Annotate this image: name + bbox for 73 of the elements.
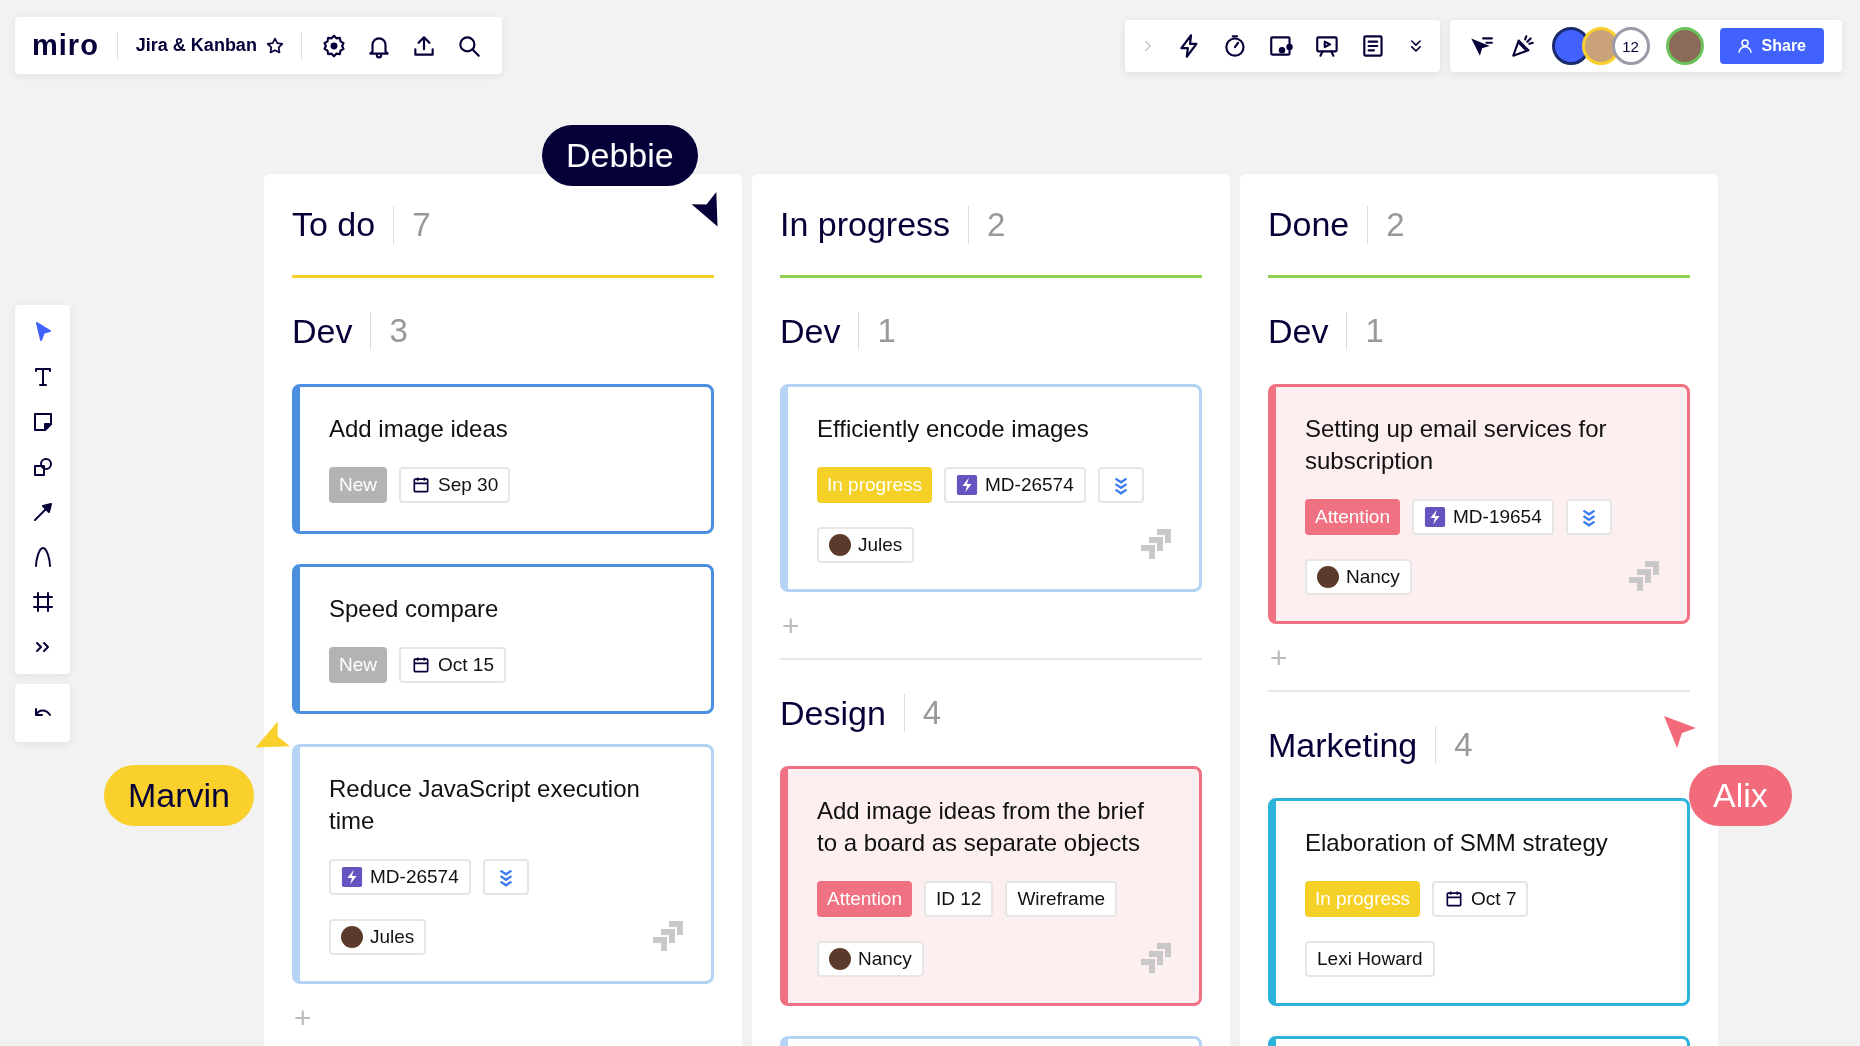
group-title: Marketing (1268, 725, 1418, 765)
status-tag: Attention (1305, 499, 1400, 535)
settings-icon[interactable] (320, 32, 347, 59)
date-tag: Oct 15 (399, 647, 506, 683)
group-count: 3 (389, 312, 408, 350)
group-title: Dev (780, 311, 841, 351)
group-count: 4 (922, 694, 942, 732)
column-count: 2 (987, 205, 1006, 244)
card-title: Add image ideas (329, 414, 509, 444)
confetti-icon[interactable] (1509, 33, 1536, 59)
column-count: 7 (412, 205, 431, 244)
cursor-name-tag: Alix (1689, 765, 1792, 826)
label-tag: Wireframe (1005, 881, 1118, 917)
group-title: Design (780, 693, 886, 733)
column-title: In progress (780, 205, 951, 244)
share-button[interactable]: Share (1719, 28, 1824, 64)
status-tag: In progress (817, 467, 933, 503)
assignee-tag: Nancy (817, 941, 924, 977)
card-icon[interactable] (1268, 33, 1294, 59)
calendar-icon (411, 475, 431, 495)
column-title: To do (292, 205, 376, 244)
task-card[interactable]: Add image ideas New Sep 30 (292, 384, 714, 534)
lightning-icon (956, 474, 979, 496)
status-tag: In progress (1305, 881, 1421, 917)
board-title[interactable]: Jira & Kanban (135, 35, 257, 56)
group-count: 1 (877, 312, 896, 350)
task-card[interactable]: Add image ideas from the brief to a board as separate objects Attention ID 12 Wireframe Nancy (780, 766, 1202, 1006)
task-card[interactable]: Setting up email services for subscription Attention MD-19654 Nancy (1268, 384, 1690, 624)
presentation-icon[interactable] (1313, 33, 1340, 59)
user-icon (1735, 37, 1754, 55)
card-title: Efficiently encode images (817, 414, 1090, 444)
cursor-name-tag: Marvin (104, 765, 255, 826)
task-card[interactable]: Efficiently encode images In progress MD-26574 Jules (780, 384, 1202, 592)
assignee-tag: Jules (329, 919, 427, 955)
assignee-tag: Nancy (1305, 559, 1412, 595)
status-tag: New (329, 647, 387, 683)
column-title: Done (1268, 205, 1350, 244)
label-tag: ID 12 (924, 881, 994, 917)
lightning-icon (341, 866, 363, 888)
calendar-icon (1444, 889, 1465, 909)
group-count: 4 (1454, 726, 1473, 764)
card-title: Setting up email services for subscription (1305, 414, 1608, 476)
lightning-icon (1424, 506, 1446, 528)
assignee-tag: Jules (817, 527, 915, 563)
card-title: Speed compare (329, 594, 500, 624)
avatar (1317, 566, 1339, 588)
issue-key-tag: MD-19654 (1412, 499, 1554, 535)
label-tag: Lexi Howard (1305, 941, 1435, 977)
status-tag: New (329, 467, 387, 503)
task-card[interactable]: Elaboration of SMM strategy In progress Oct 7 Lexi Howard (1268, 798, 1690, 1006)
task-card[interactable]: Speed compare New Oct 15 (292, 564, 714, 714)
calendar-icon (411, 655, 431, 675)
frame-tool-icon[interactable] (30, 590, 55, 614)
column-count: 2 (1386, 205, 1405, 244)
issue-key-tag: MD-26574 (329, 859, 471, 895)
avatar (341, 926, 363, 948)
date-tag: Oct 7 (1432, 881, 1529, 917)
status-tag: Attention (817, 881, 912, 917)
card-title: Reduce JavaScript execution time (329, 774, 641, 836)
date-tag: Sep 30 (399, 467, 511, 503)
card-title: Add image ideas from the brief to a board as separate objects (817, 796, 1145, 858)
star-icon[interactable] (264, 35, 285, 56)
group-title: Dev (1268, 311, 1329, 351)
cursor-name-tag: Debbie (542, 125, 698, 186)
logo[interactable]: miro (32, 29, 99, 62)
group-count: 1 (1365, 312, 1384, 350)
issue-key-tag: MD-26574 (944, 467, 1086, 503)
card-title: Elaboration of SMM strategy (1305, 828, 1609, 858)
group-title: Dev (292, 311, 353, 351)
task-card[interactable]: Reduce JavaScript execution time MD-26574 Jules (292, 744, 714, 984)
avatar (829, 948, 851, 970)
avatar (829, 534, 851, 556)
collaborator-count[interactable]: 12 (1611, 27, 1650, 65)
